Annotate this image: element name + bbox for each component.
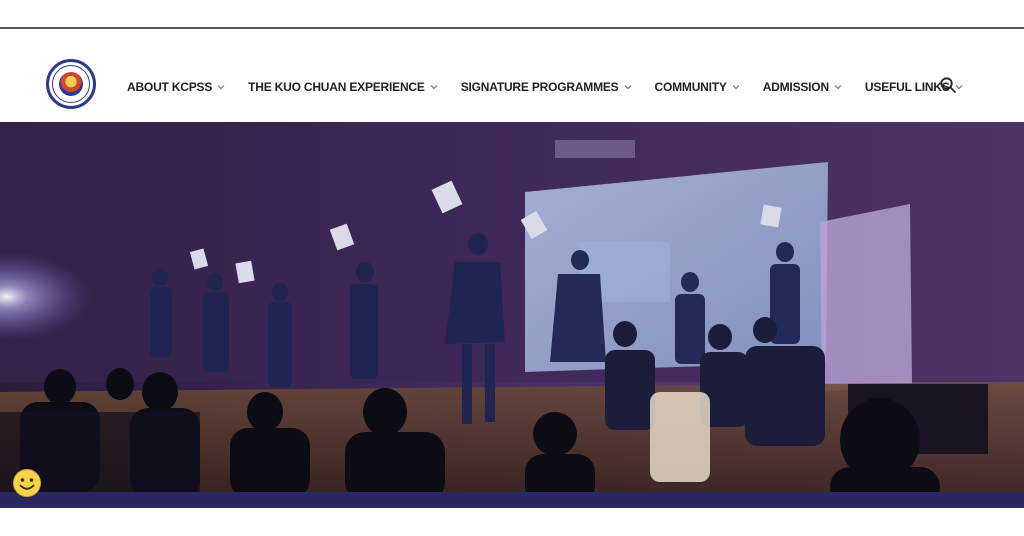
nav-label: ADMISSION [762, 80, 829, 94]
chevron-down-icon [217, 85, 225, 90]
hero-photo [0, 122, 1024, 492]
nav-item-community[interactable]: COMMUNITY [655, 80, 741, 94]
nav-label: USEFUL LINKS [864, 80, 950, 94]
school-logo[interactable] [46, 59, 96, 109]
hero-banner [0, 122, 1024, 492]
nav-label: THE KUO CHUAN EXPERIENCE [248, 80, 425, 94]
nav-item-admission[interactable]: ADMISSION [763, 80, 843, 94]
chevron-down-icon [430, 85, 438, 90]
nav-item-programmes[interactable]: SIGNATURE PROGRAMMES [461, 80, 633, 94]
main-nav: ABOUT KCPSS THE KUO CHUAN EXPERIENCE SIG… [127, 77, 986, 97]
search-icon[interactable] [939, 76, 957, 94]
nav-item-experience[interactable]: THE KUO CHUAN EXPERIENCE [248, 80, 439, 94]
smiley-icon[interactable] [12, 468, 42, 498]
nav-label: ABOUT KCPSS [127, 80, 213, 94]
nav-label: COMMUNITY [654, 80, 727, 94]
chevron-down-icon [732, 85, 740, 90]
nav-item-about[interactable]: ABOUT KCPSS [127, 80, 226, 94]
logo-crest [59, 72, 83, 96]
chevron-down-icon [624, 85, 631, 90]
hero-bottom-band [0, 492, 1024, 508]
nav-label: SIGNATURE PROGRAMMES [460, 80, 619, 94]
site-header: ABOUT KCPSS THE KUO CHUAN EXPERIENCE SIG… [0, 29, 1024, 122]
chevron-down-icon [834, 85, 842, 90]
